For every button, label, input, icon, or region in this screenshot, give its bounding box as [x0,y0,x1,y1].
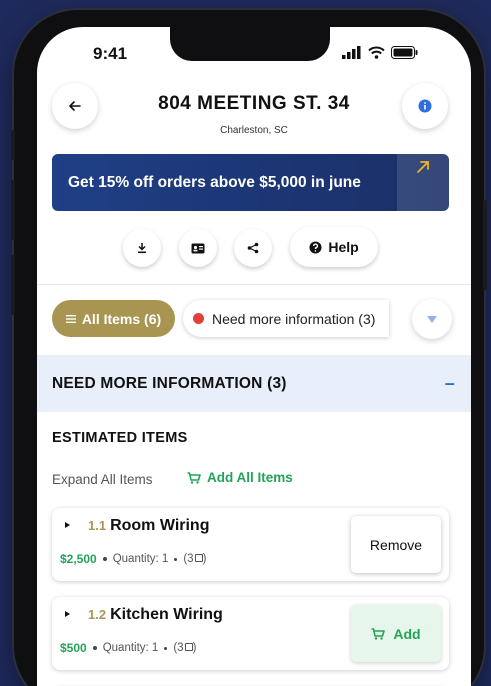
item-number: 1.2 [88,607,107,622]
phone-side-button [483,200,487,290]
promo-text: Get 15% off orders above $5,000 in june [68,173,361,191]
phone-side-button [11,130,15,160]
chevron-down-icon [427,315,437,323]
expand-all-link[interactable]: Expand All Items [52,472,153,487]
add-all-label: Add All Items [207,470,293,485]
info-button[interactable] [402,83,448,129]
help-button[interactable]: Help [290,227,378,267]
page-subtitle: Charleston, SC [220,125,288,136]
separator-dot [92,646,97,650]
separator-dot [102,557,107,561]
cart-icon [187,471,201,484]
section-title: NEED MORE INFORMATION (3) [52,374,287,392]
chevron-right-icon [64,611,70,617]
question-circle-icon [309,241,322,253]
share-icon [247,242,259,254]
section-header-need-info[interactable]: NEED MORE INFORMATION (3) – [37,355,471,412]
item-title: 1.2 Kitchen Wiring [88,606,223,624]
separator-dot [164,646,168,650]
expand-item-toggle[interactable] [60,518,74,532]
promo-arrow [397,154,449,211]
add-button[interactable]: Add [351,605,441,662]
item-title: 1.1 Room Wiring [88,517,209,535]
phone-side-button [11,255,15,315]
filter-need-info-label: Need more information (3) [212,310,376,327]
wifi-icon [368,46,385,59]
remove-button[interactable]: Remove [351,516,441,573]
filter-all-label: All Items (6) [81,310,162,327]
download-icon [138,243,146,254]
filter-dropdown-button[interactable] [412,299,452,339]
add-all-items-button[interactable]: Add All Items [187,470,293,485]
item-meta: $500 Quantity: 1 (3) [60,641,196,655]
info-icon [418,99,432,113]
document-icon [194,554,203,562]
contact-card-button[interactable] [179,229,217,267]
estimated-items-heading: ESTIMATED ITEMS [52,430,188,446]
item-meta: $2,500 Quantity: 1 (3) [60,552,206,566]
divider [37,284,471,285]
status-icons [342,46,418,59]
phone-notch [170,27,330,61]
add-label: Add [393,625,421,642]
status-time: 9:41 [93,44,128,63]
item-price: $2,500 [60,552,97,566]
item-card[interactable]: 1.1 Room Wiring $2,500 Quantity: 1 (3) Re… [52,508,449,581]
phone-side-button [11,180,15,240]
filter-all-items[interactable]: All Items (6) [52,300,175,337]
item-name: Room Wiring [110,517,210,534]
signal-icon [342,46,361,59]
document-icon [184,643,193,651]
expand-item-toggle[interactable] [60,607,74,621]
battery-icon [391,46,418,59]
item-docs-count: (3) [173,642,197,654]
separator-dot [174,557,178,561]
list-icon [65,314,76,323]
cart-icon [371,627,386,640]
help-label: Help [328,239,359,255]
chevron-right-icon [64,522,70,528]
item-number: 1.1 [88,518,107,533]
download-button[interactable] [123,229,161,267]
item-card[interactable]: 1.2 Kitchen Wiring $500 Quantity: 1 (3) A… [52,597,449,670]
item-name: Kitchen Wiring [110,606,223,623]
alert-dot-icon [193,313,204,324]
promo-banner[interactable]: Get 15% off orders above $5,000 in june [52,154,449,211]
item-price: $500 [60,641,87,655]
item-docs-count: (3) [183,553,207,565]
arrow-up-right-icon [417,161,429,173]
collapse-icon[interactable]: – [445,373,455,394]
contact-card-icon [191,243,205,253]
share-button[interactable] [234,229,272,267]
item-quantity: Quantity: 1 [112,553,169,565]
item-quantity: Quantity: 1 [102,642,159,654]
app-screen: 9:41 804 MEETING ST. 34 Charleston, SC G… [37,27,471,686]
filter-need-more-info[interactable]: Need more information (3) [183,300,389,337]
